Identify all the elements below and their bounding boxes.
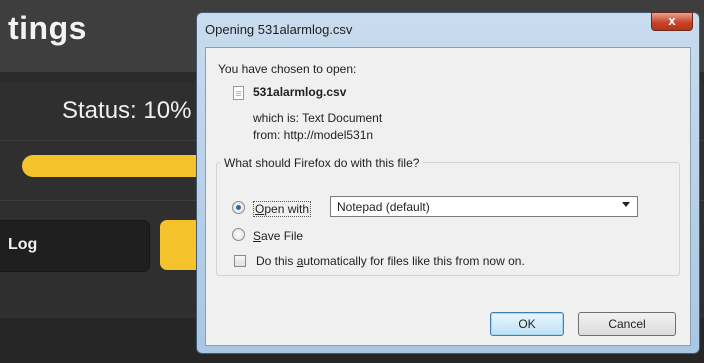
save-file-radio[interactable] <box>232 228 245 241</box>
cancel-button[interactable]: Cancel <box>578 312 676 336</box>
dialog-titlebar[interactable]: Opening 531alarmlog.csv x <box>197 12 699 43</box>
open-with-label[interactable]: Open with <box>253 201 312 217</box>
ok-button[interactable]: OK <box>490 312 564 336</box>
file-type: which is: Text Document <box>253 111 383 125</box>
auto-text-after: utomatically for files like this from no… <box>303 254 525 268</box>
file-source: from: http://model531n <box>253 128 374 142</box>
save-file-text: ave File <box>261 229 304 243</box>
chosen-label: You have chosen to open: <box>218 62 357 76</box>
dialog-title: Opening 531alarmlog.csv <box>205 22 353 37</box>
close-icon: x <box>668 13 676 28</box>
text-document-icon <box>233 86 244 100</box>
auto-checkbox[interactable] <box>234 255 246 267</box>
open-with-radio[interactable] <box>232 201 245 214</box>
close-button[interactable]: x <box>651 12 693 31</box>
log-button-label: Log <box>8 236 38 253</box>
dialog-content: You have chosen to open: 531alarmlog.csv… <box>205 47 691 346</box>
open-with-accesskey: O <box>255 202 265 216</box>
auto-checkbox-label[interactable]: Do this automatically for files like thi… <box>256 254 525 268</box>
action-question: What should Firefox do with this file? <box>220 156 424 170</box>
save-file-label[interactable]: Save File <box>253 229 303 243</box>
open-with-text: pen with <box>264 202 310 216</box>
file-name: 531alarmlog.csv <box>253 85 347 99</box>
application-select[interactable]: Notepad (default) <box>330 196 638 217</box>
progress-bar <box>22 155 212 177</box>
download-dialog: Opening 531alarmlog.csv x You have chose… <box>196 12 700 354</box>
auto-text-before: Do this <box>256 254 297 268</box>
page-title: tings <box>8 10 87 46</box>
status-text: Status: 10% <box>62 97 192 124</box>
chevron-down-icon <box>622 202 630 207</box>
application-select-value: Notepad (default) <box>337 200 430 214</box>
save-file-accesskey: S <box>253 229 262 243</box>
